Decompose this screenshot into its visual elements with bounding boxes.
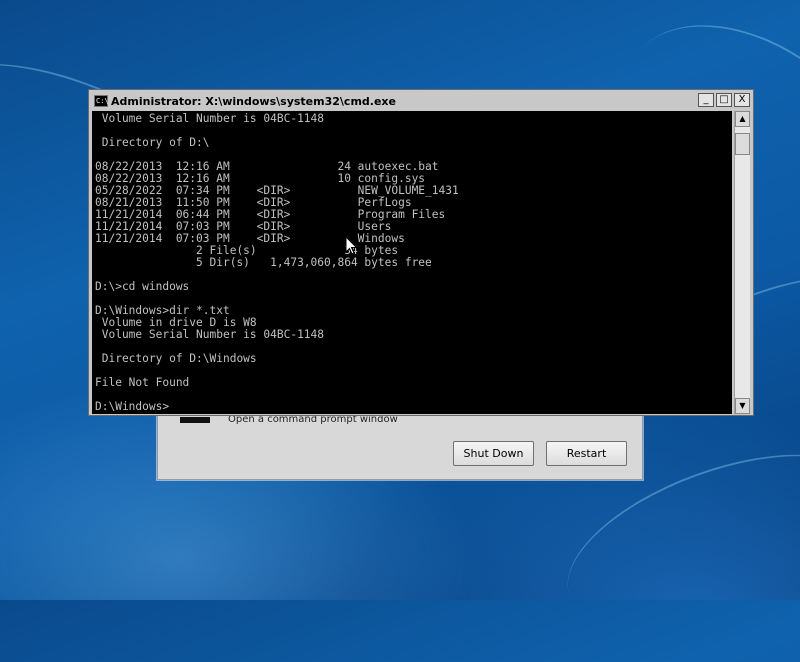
- maximize-button[interactable]: □: [716, 93, 732, 107]
- console-line: Volume Serial Number is 04BC-1148: [101, 328, 325, 341]
- system-recovery-dialog: Open a command prompt window Shut Down R…: [157, 406, 643, 480]
- console-line: File Not Found: [95, 376, 190, 389]
- restart-button[interactable]: Restart: [546, 441, 627, 466]
- vertical-scrollbar[interactable]: ▲ ▼: [734, 111, 750, 414]
- shut-down-button[interactable]: Shut Down: [453, 441, 534, 466]
- console-line: Directory of D:\Windows: [101, 352, 257, 365]
- console-line: 5 Dir(s) 1,473,060,864 bytes free: [196, 256, 432, 269]
- console-line: D:\Windows>: [95, 400, 170, 413]
- cmd-title-bar[interactable]: C:\ Administrator: X:\windows\system32\c…: [92, 93, 750, 109]
- window-controls: _ □ X: [698, 93, 750, 107]
- window-title: Administrator: X:\windows\system32\cmd.e…: [111, 94, 396, 108]
- console-text: Volume Serial Number is 04BC-1148 Direct…: [92, 111, 732, 413]
- console-line: D:\>cd windows: [95, 280, 190, 293]
- cmd-window: C:\ Administrator: X:\windows\system32\c…: [88, 89, 754, 416]
- console-line: Directory of D:\: [101, 136, 210, 149]
- scroll-thumb[interactable]: [735, 133, 750, 155]
- command-prompt-icon[interactable]: [180, 417, 210, 423]
- close-button[interactable]: X: [734, 93, 750, 107]
- scroll-up-arrow-icon[interactable]: ▲: [735, 111, 750, 127]
- minimize-button[interactable]: _: [698, 93, 714, 107]
- scroll-down-arrow-icon[interactable]: ▼: [735, 398, 750, 414]
- console-output[interactable]: Volume Serial Number is 04BC-1148 Direct…: [92, 111, 732, 414]
- mouse-cursor-icon: [345, 236, 358, 255]
- cmd-app-icon[interactable]: C:\: [94, 95, 109, 107]
- console-line: Volume Serial Number is 04BC-1148: [101, 112, 325, 125]
